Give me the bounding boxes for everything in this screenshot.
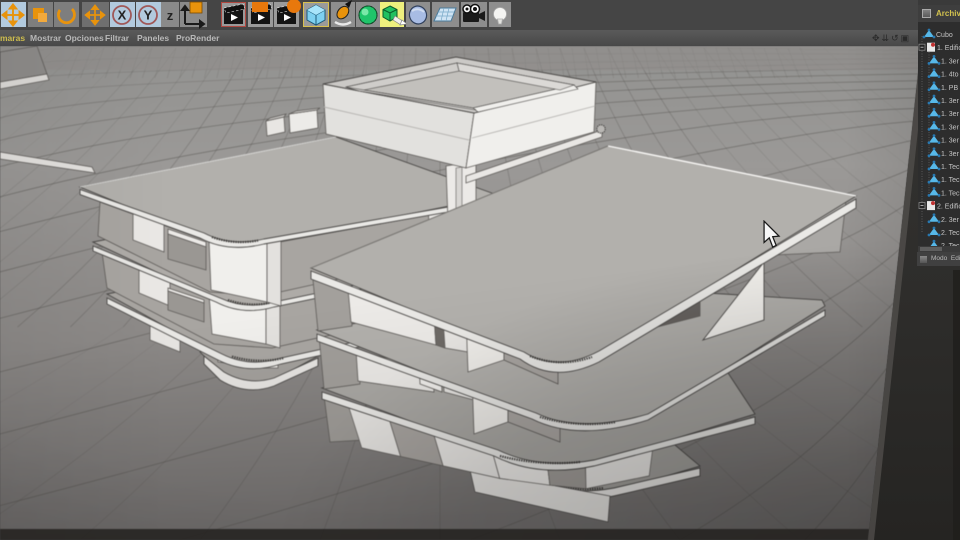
svg-text:1. 4to piso: 1. 4to piso <box>941 72 960 79</box>
svg-text:1. Techo 2: 1. Techo 2 <box>941 177 960 184</box>
svg-text:1. 3er piso: 1. 3er piso <box>941 58 960 65</box>
svg-text:1. 3er pis: 1. 3er pis <box>941 138 960 145</box>
svg-text:2. Edificio: 2. Edificio <box>937 204 960 211</box>
svg-text:2. Techo 2: 2. Techo 2 <box>941 230 960 237</box>
svg-text:1. 3er pis: 1. 3er pis <box>941 111 960 118</box>
svg-text:1. Techo 2: 1. Techo 2 <box>941 190 960 197</box>
svg-text:1. Edificio: 1. Edificio <box>937 45 960 52</box>
svg-text:1. Techo: 1. Techo <box>941 164 960 171</box>
svg-text:z: z <box>167 8 174 23</box>
svg-text:1. 3er pis: 1. 3er pis <box>941 151 960 158</box>
svg-text:1. PB: 1. PB <box>941 85 958 92</box>
svg-text:X: X <box>118 8 127 23</box>
svg-text:1. 3er pis: 1. 3er pis <box>941 124 960 131</box>
svg-text:Cubo: Cubo <box>936 32 953 39</box>
svg-text:Y: Y <box>144 8 153 23</box>
svg-text:1. 3er pis: 1. 3er pis <box>941 98 960 105</box>
svg-text:2. 3er piso: 2. 3er piso <box>941 217 960 224</box>
